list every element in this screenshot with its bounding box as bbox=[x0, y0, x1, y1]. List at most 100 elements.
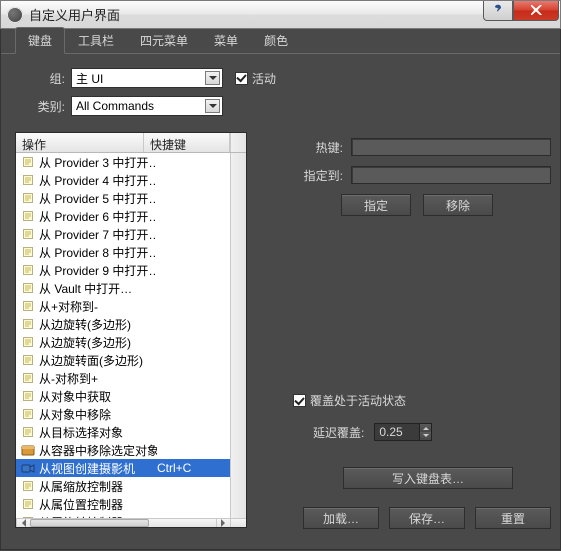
list-item[interactable]: 从 Provider 5 中打开… bbox=[16, 189, 230, 207]
default-icon bbox=[20, 316, 36, 332]
default-icon bbox=[20, 262, 36, 278]
hscroll-left-button[interactable] bbox=[16, 519, 30, 527]
chevron-down-icon bbox=[205, 99, 220, 113]
col-operation[interactable]: 操作 bbox=[16, 133, 144, 152]
list-item[interactable]: 从边旋转(多边形) bbox=[16, 315, 230, 333]
list-item-op: 从容器中移除选定对象 bbox=[39, 442, 157, 459]
spinner-down-button[interactable] bbox=[420, 432, 431, 440]
delay-label: 延迟覆盖: bbox=[313, 424, 364, 441]
assigned-to-label: 指定到: bbox=[283, 167, 343, 184]
default-icon bbox=[20, 154, 36, 170]
tab-menus[interactable]: 菜单 bbox=[201, 27, 251, 53]
list-item[interactable]: 从 Provider 9 中打开… bbox=[16, 261, 230, 279]
load-button[interactable]: 加载… bbox=[303, 507, 379, 529]
save-button[interactable]: 保存… bbox=[389, 507, 465, 529]
override-active-label: 覆盖处于活动状态 bbox=[310, 392, 406, 409]
title-bar: 自定义用户界面 bbox=[0, 0, 561, 29]
list-item-op: 从 Provider 4 中打开… bbox=[39, 172, 157, 189]
vertical-scrollbar[interactable] bbox=[230, 153, 246, 518]
tab-keyboard[interactable]: 键盘 bbox=[15, 27, 65, 54]
list-item[interactable]: 从 Provider 8 中打开… bbox=[16, 243, 230, 261]
default-icon bbox=[20, 298, 36, 314]
tab-quads[interactable]: 四元菜单 bbox=[127, 27, 201, 53]
col-shortcut[interactable]: 快捷键 bbox=[144, 133, 230, 152]
delay-spinner[interactable]: 0.25 bbox=[374, 423, 432, 441]
list-item[interactable]: 从 Provider 3 中打开… bbox=[16, 153, 230, 171]
list-item-op: 从对象中移除 bbox=[39, 406, 157, 423]
list-item[interactable]: 从+对称到- bbox=[16, 297, 230, 315]
hotkey-label: 热键: bbox=[283, 139, 343, 156]
override-active-checkbox[interactable] bbox=[293, 394, 306, 407]
list-item[interactable]: 从 Provider 4 中打开… bbox=[16, 171, 230, 189]
list-item-op: 从+对称到- bbox=[39, 298, 157, 315]
group-label: 组: bbox=[21, 70, 65, 87]
default-icon bbox=[20, 334, 36, 350]
default-icon bbox=[20, 226, 36, 242]
group-select[interactable]: 主 UI bbox=[71, 68, 223, 88]
list-item[interactable]: 从属位置控制器 bbox=[16, 495, 230, 513]
default-icon bbox=[20, 172, 36, 188]
assign-button[interactable]: 指定 bbox=[341, 194, 411, 216]
list-item-op: 从 Provider 7 中打开… bbox=[39, 226, 157, 243]
category-select-value: All Commands bbox=[76, 99, 154, 113]
list-item-op: 从 Provider 8 中打开… bbox=[39, 244, 157, 261]
list-item-op: 从边旋转(多边形) bbox=[39, 316, 157, 333]
list-item[interactable]: 从目标选择对象 bbox=[16, 423, 230, 441]
list-item[interactable]: 从对象中获取 bbox=[16, 387, 230, 405]
default-icon bbox=[20, 190, 36, 206]
tab-colors[interactable]: 颜色 bbox=[251, 27, 301, 53]
default-icon bbox=[20, 208, 36, 224]
list-item-op: 从目标选择对象 bbox=[39, 424, 157, 441]
list-item[interactable]: 从边旋转面(多边形) bbox=[16, 351, 230, 369]
list-body[interactable]: 从 Provider 3 中打开…从 Provider 4 中打开…从 Prov… bbox=[16, 153, 230, 518]
group-select-value: 主 UI bbox=[76, 70, 103, 87]
assigned-to-input[interactable] bbox=[351, 166, 551, 184]
list-item[interactable]: 从-对称到+ bbox=[16, 369, 230, 387]
list-item[interactable]: 从 Provider 7 中打开… bbox=[16, 225, 230, 243]
list-item[interactable]: 从边旋转(多边形) bbox=[16, 333, 230, 351]
list-item-op: 从 Provider 6 中打开… bbox=[39, 208, 157, 225]
default-icon bbox=[20, 388, 36, 404]
hotkey-input[interactable] bbox=[351, 138, 551, 156]
hscroll-thumb[interactable] bbox=[30, 519, 149, 527]
window-title: 自定义用户界面 bbox=[29, 5, 483, 24]
list-item[interactable]: 从 Provider 6 中打开… bbox=[16, 207, 230, 225]
write-keyboard-chart-button[interactable]: 写入键盘表… bbox=[343, 467, 513, 489]
camera-icon bbox=[20, 460, 36, 476]
default-icon bbox=[20, 424, 36, 440]
list-item[interactable]: 从 Vault 中打开… bbox=[16, 279, 230, 297]
list-item[interactable]: 从容器中移除选定对象 bbox=[16, 441, 230, 459]
tab-bar: 键盘 工具栏 四元菜单 菜单 颜色 bbox=[1, 31, 560, 54]
help-button[interactable] bbox=[483, 1, 513, 21]
chevron-down-icon bbox=[205, 71, 220, 85]
reset-button[interactable]: 重置 bbox=[475, 507, 551, 529]
list-item-op: 从 Provider 9 中打开… bbox=[39, 262, 157, 279]
list-item-op: 从视图创建摄影机 bbox=[39, 460, 157, 477]
hscroll-right-button[interactable] bbox=[216, 519, 230, 527]
horizontal-scrollbar[interactable] bbox=[16, 518, 246, 527]
close-button[interactable] bbox=[513, 1, 559, 21]
container-icon bbox=[20, 442, 36, 458]
list-item-shortcut: Ctrl+C bbox=[157, 461, 191, 475]
app-icon bbox=[7, 7, 23, 23]
list-item[interactable]: 从对象中移除 bbox=[16, 405, 230, 423]
default-icon bbox=[20, 280, 36, 296]
list-item-op: 从属位置控制器 bbox=[39, 496, 157, 513]
list-item[interactable]: 从视图创建摄影机Ctrl+C bbox=[16, 459, 230, 477]
list-item[interactable]: 从属旋转控制器 bbox=[16, 513, 230, 518]
list-item-op: 从 Vault 中打开… bbox=[39, 280, 157, 297]
active-checkbox-label: 活动 bbox=[252, 70, 276, 87]
list-item-op: 从-对称到+ bbox=[39, 370, 157, 387]
list-header: 操作 快捷键 bbox=[16, 133, 246, 153]
default-icon bbox=[20, 478, 36, 494]
default-icon bbox=[20, 352, 36, 368]
remove-button[interactable]: 移除 bbox=[423, 194, 493, 216]
list-item-op: 从边旋转面(多边形) bbox=[39, 352, 157, 369]
spinner-up-button[interactable] bbox=[420, 424, 431, 432]
actions-listview[interactable]: 操作 快捷键 从 Provider 3 中打开…从 Provider 4 中打开… bbox=[15, 132, 247, 528]
tab-toolbars[interactable]: 工具栏 bbox=[65, 27, 127, 53]
active-checkbox[interactable] bbox=[235, 72, 248, 85]
list-item[interactable]: 从属缩放控制器 bbox=[16, 477, 230, 495]
category-select[interactable]: All Commands bbox=[71, 96, 223, 116]
default-icon bbox=[20, 406, 36, 422]
